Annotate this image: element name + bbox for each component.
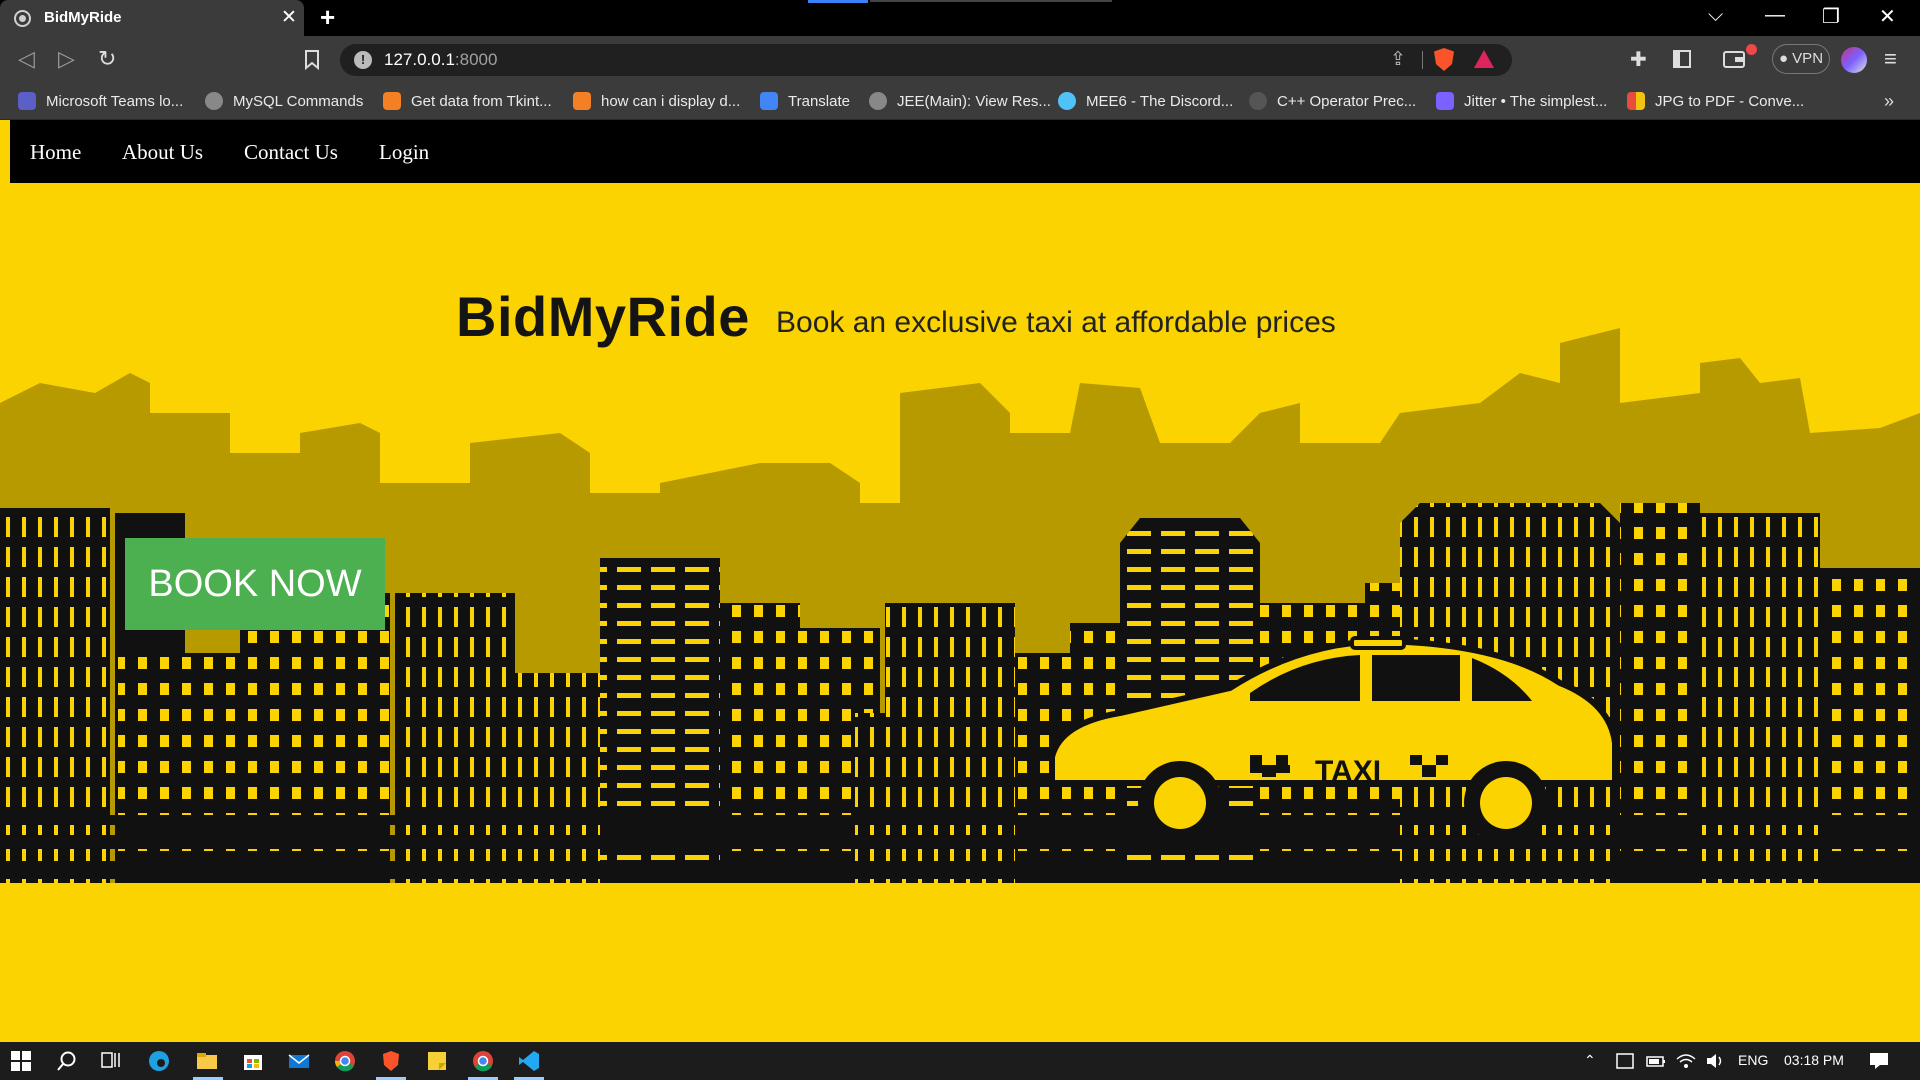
stackoverflow-icon — [573, 92, 591, 110]
ilovepdf-icon — [1627, 92, 1645, 110]
task-view-icon[interactable] — [100, 1050, 122, 1072]
bookmark-item[interactable]: MySQL Commands — [205, 92, 363, 110]
bookmarks-overflow-icon[interactable]: » — [1884, 91, 1894, 112]
meet-now-icon[interactable] — [1614, 1050, 1636, 1072]
chevron-up-icon[interactable]: ⌃ — [1584, 1052, 1596, 1069]
taxi-sign-text: TAXI — [1315, 755, 1381, 788]
close-window-button[interactable]: ✕ — [1879, 4, 1896, 29]
chrome-icon[interactable] — [334, 1050, 356, 1072]
brave-rewards-icon[interactable] — [1474, 50, 1494, 68]
address-divider — [1422, 51, 1423, 69]
brave-shield-icon[interactable] — [1434, 48, 1454, 71]
notification-badge — [1746, 44, 1757, 55]
book-now-button[interactable]: BOOK NOW — [125, 538, 385, 630]
sticky-notes-icon[interactable] — [426, 1050, 448, 1072]
back-button[interactable]: ◁ — [18, 46, 35, 72]
new-tab-button[interactable]: + — [320, 2, 335, 33]
teams-icon — [18, 92, 36, 110]
road-line-middle — [0, 835, 1920, 849]
windows-start-icon[interactable] — [10, 1050, 32, 1072]
web-page: Home About Us Contact Us Login TAXI BidM… — [0, 120, 1920, 1042]
restore-button[interactable]: ❐ — [1822, 4, 1840, 29]
tab-close-icon[interactable]: ✕ — [281, 6, 297, 29]
stackoverflow-icon — [383, 92, 401, 110]
browser-menu-icon[interactable]: ≡ — [1884, 46, 1897, 72]
globe-icon — [14, 10, 31, 27]
vscode-icon[interactable] — [518, 1050, 540, 1072]
wallet-icon[interactable] — [1722, 49, 1746, 69]
bookmark-icon[interactable] — [304, 50, 320, 70]
hero-brand-title: BidMyRide — [456, 285, 750, 348]
chrome-icon[interactable] — [472, 1050, 494, 1072]
bookmark-item[interactable]: MEE6 - The Discord... — [1058, 92, 1233, 110]
cppreference-icon — [1249, 92, 1267, 110]
clock[interactable]: 03:18 PM — [1784, 1052, 1844, 1068]
battery-icon[interactable] — [1645, 1050, 1667, 1072]
store-icon[interactable] — [242, 1050, 264, 1072]
nav-login[interactable]: Login — [379, 140, 429, 165]
volume-icon[interactable] — [1705, 1050, 1727, 1072]
nav-contact-us[interactable]: Contact Us — [244, 140, 338, 165]
road-line-top — [0, 815, 1920, 825]
browser-tab[interactable]: BidMyRide ✕ — [0, 0, 304, 36]
brave-icon[interactable] — [380, 1050, 402, 1072]
mail-icon[interactable] — [288, 1050, 310, 1072]
bookmark-item[interactable]: how can i display d... — [573, 92, 740, 110]
browser-tab-strip: BidMyRide ✕ + ⌵ — ❐ ✕ — [0, 0, 1920, 36]
browser-toolbar: ◁ ▷ ↻ ! 127.0.0.1:8000 ⇪ ✚ ● VPN ≡ — [0, 36, 1920, 84]
bookmarks-bar: Microsoft Teams lo... MySQL Commands Get… — [0, 84, 1920, 120]
extensions-icon[interactable]: ✚ — [1630, 47, 1647, 72]
bookmark-item[interactable]: Get data from Tkint... — [383, 92, 552, 110]
edge-icon[interactable] — [148, 1050, 170, 1072]
page-edge — [0, 120, 10, 183]
vpn-button[interactable]: ● VPN — [1772, 44, 1830, 74]
bookmark-item[interactable]: JPG to PDF - Conve... — [1627, 92, 1804, 110]
globe-icon — [205, 92, 223, 110]
share-icon[interactable]: ⇪ — [1390, 48, 1406, 71]
language-indicator[interactable]: ENG — [1738, 1052, 1768, 1068]
notifications-icon[interactable] — [1868, 1050, 1890, 1072]
address-bar[interactable]: ! 127.0.0.1:8000 ⇪ — [340, 44, 1512, 76]
hero-tagline: Book an exclusive taxi at affordable pri… — [776, 306, 1336, 339]
tab-title: BidMyRide — [44, 9, 122, 26]
site-info-icon[interactable]: ! — [354, 51, 372, 69]
sidebar-icon[interactable] — [1672, 49, 1692, 69]
bookmark-item[interactable]: Translate — [760, 92, 850, 110]
tab-search-icon[interactable]: ⌵ — [1708, 4, 1723, 27]
site-navbar: Home About Us Contact Us Login — [10, 120, 1920, 183]
file-explorer-icon[interactable] — [196, 1050, 218, 1072]
profile-avatar[interactable] — [1841, 47, 1867, 73]
wifi-icon[interactable] — [1675, 1050, 1697, 1072]
windows-taskbar: ⌃ ENG 03:18 PM — [0, 1042, 1920, 1080]
tab-divider — [870, 0, 1112, 2]
jitter-icon — [1436, 92, 1454, 110]
globe-icon — [869, 92, 887, 110]
url-text[interactable]: 127.0.0.1:8000 — [384, 50, 497, 70]
tab-loading-indicator — [808, 0, 868, 3]
road-line-bottom — [0, 861, 1920, 879]
bookmark-item[interactable]: Jitter • The simplest... — [1436, 92, 1607, 110]
forward-button[interactable]: ▷ — [58, 46, 75, 72]
mee6-icon — [1058, 92, 1076, 110]
bookmark-item[interactable]: Microsoft Teams lo... — [18, 92, 183, 110]
nav-home[interactable]: Home — [30, 140, 81, 165]
bookmark-item[interactable]: C++ Operator Prec... — [1249, 92, 1416, 110]
bookmark-item[interactable]: JEE(Main): View Res... — [869, 92, 1051, 110]
minimize-button[interactable]: — — [1765, 4, 1785, 27]
nav-about-us[interactable]: About Us — [122, 140, 203, 165]
translate-icon — [760, 92, 778, 110]
search-icon[interactable] — [56, 1050, 78, 1072]
reload-button[interactable]: ↻ — [98, 46, 116, 72]
